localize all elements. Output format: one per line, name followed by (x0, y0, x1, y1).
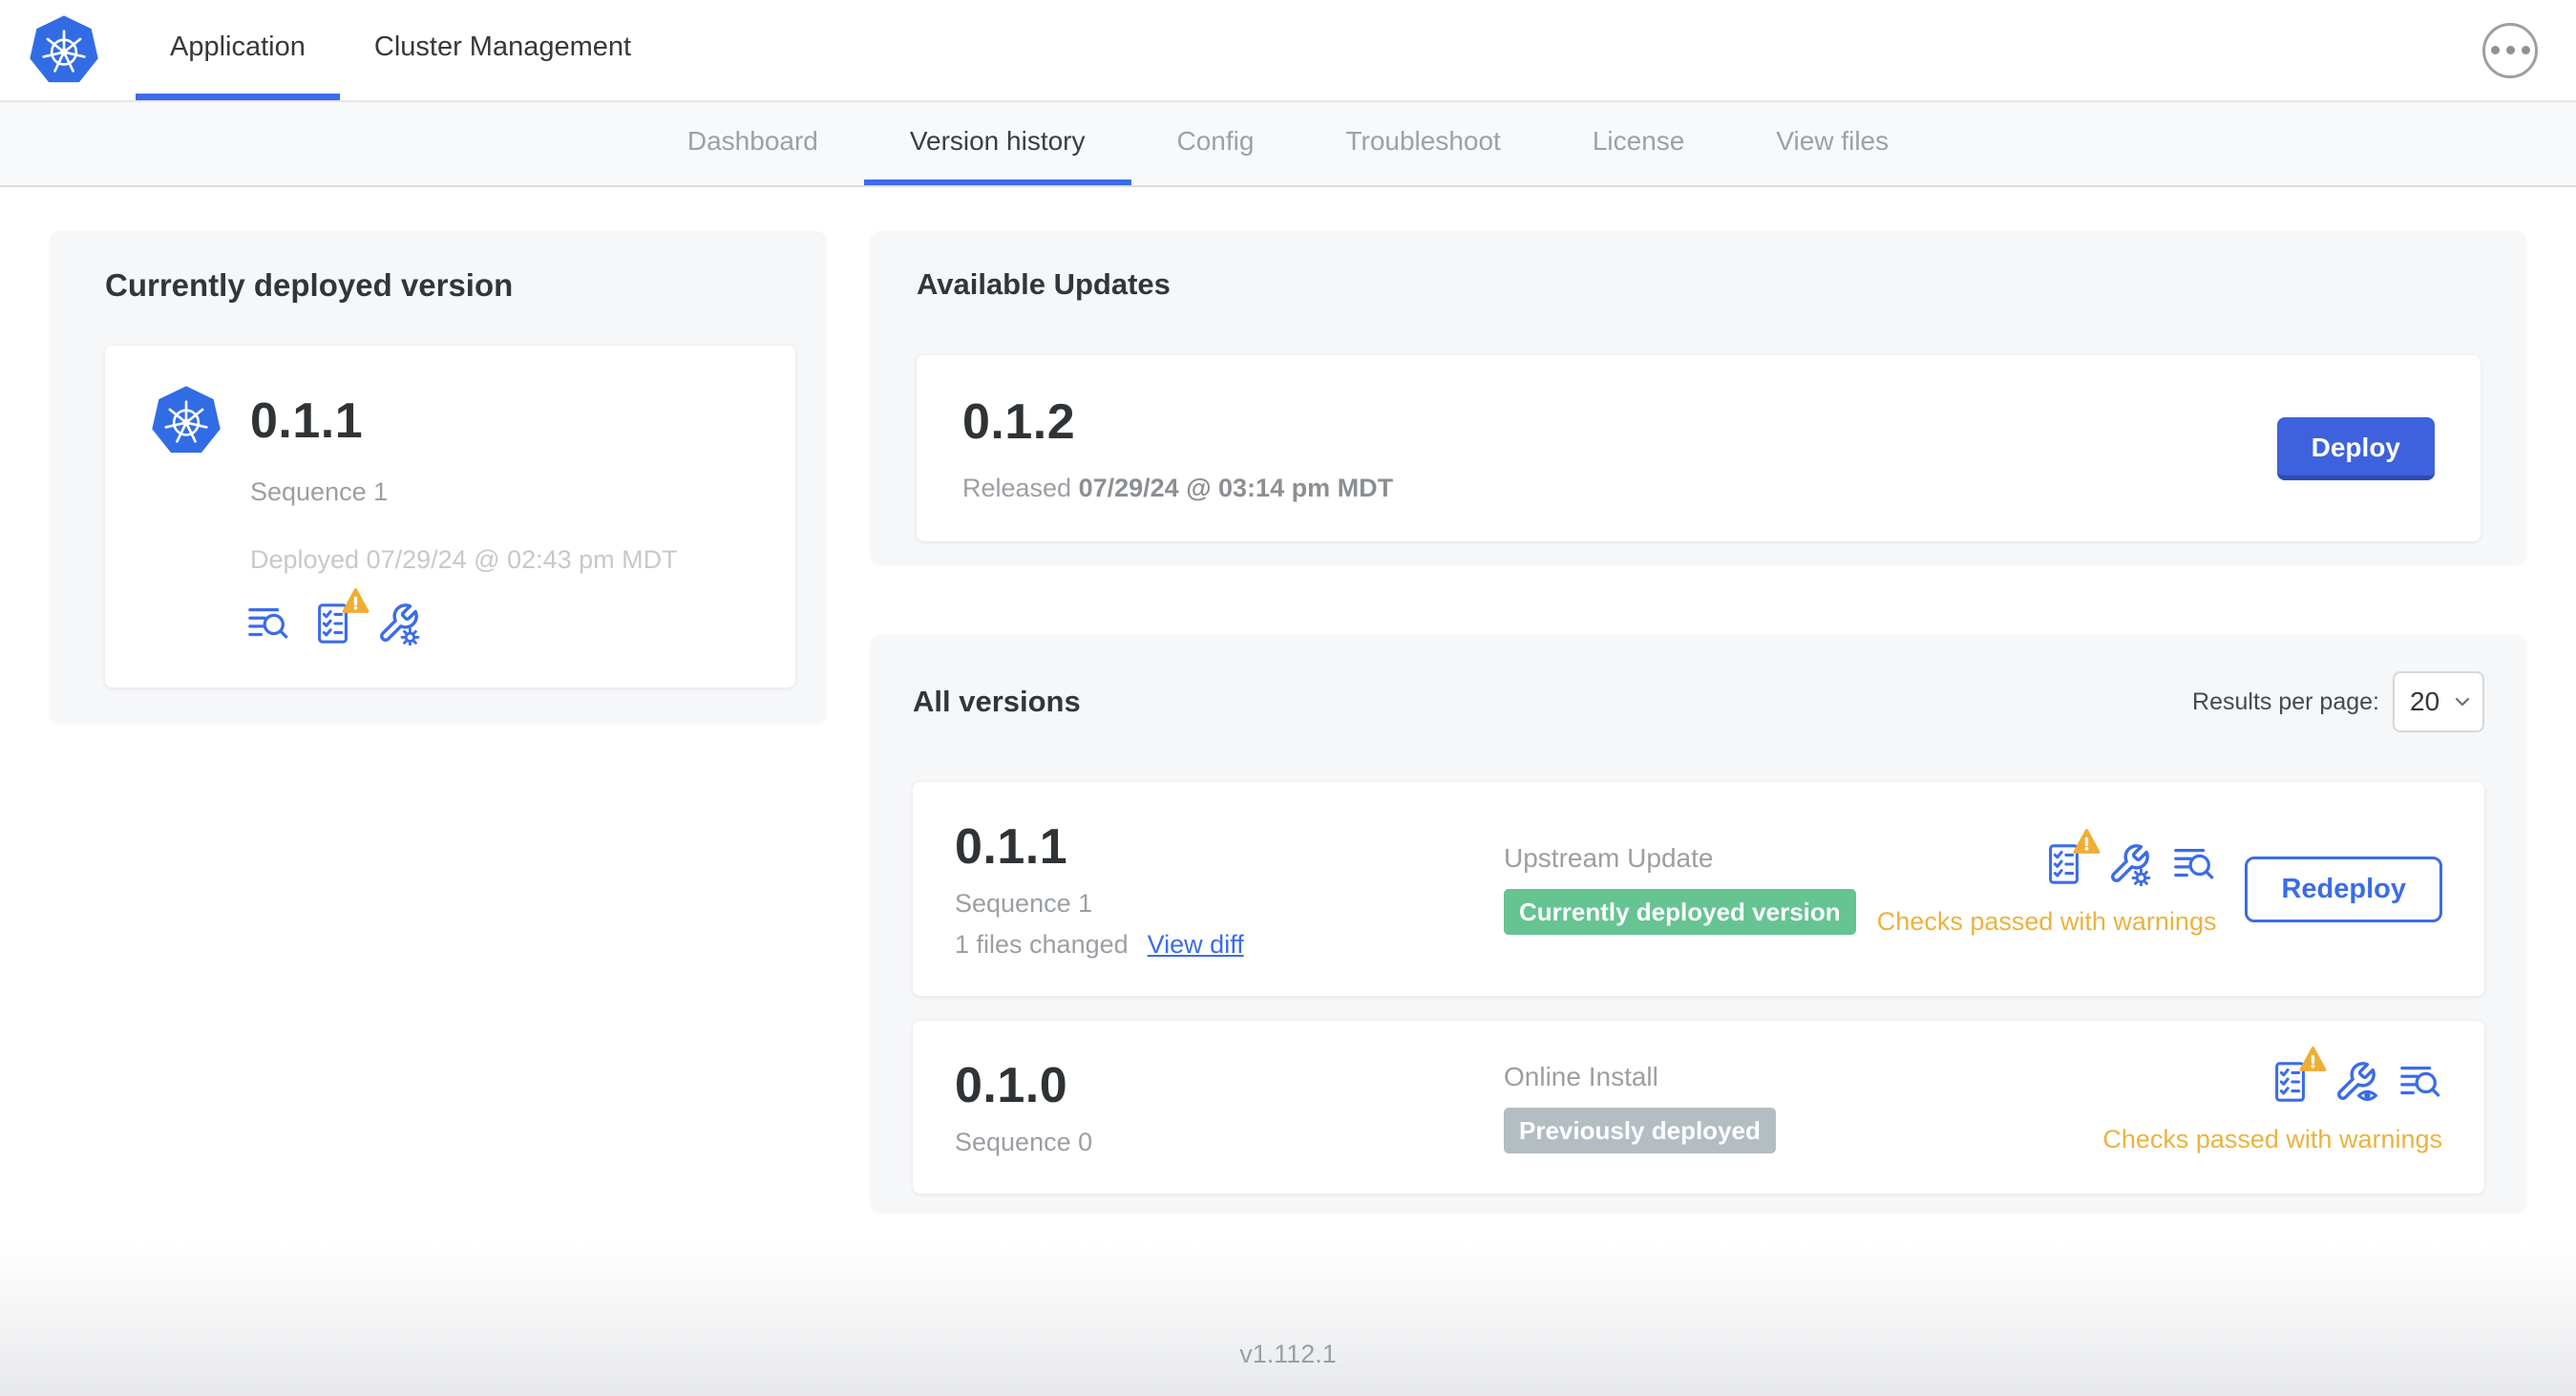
results-per-page-select[interactable]: 20 (2393, 671, 2484, 732)
released-label: Released (962, 474, 1072, 502)
available-updates-card: Available Updates 0.1.2 Released 07/29/2… (871, 231, 2526, 562)
view-config-button[interactable] (2333, 1060, 2377, 1104)
available-update-info: 0.1.2 Released 07/29/24 @ 03:14 pm MDT (962, 393, 1393, 503)
app-header: Application Cluster Management (0, 0, 2576, 102)
tab-application[interactable]: Application (136, 0, 340, 100)
version-number: 0.1.1 (955, 819, 1068, 875)
wrench-gear-icon (376, 602, 420, 645)
current-version-sequence: Sequence 1 (250, 477, 389, 506)
tab-license[interactable]: License (1547, 102, 1731, 185)
preflight-results-button[interactable] (2269, 1046, 2327, 1104)
logs-icon (2172, 842, 2216, 886)
version-source-block: Upstream Update Currently deployed versi… (1504, 843, 1877, 935)
currently-deployed-card: Currently deployed version 0.1.1 Sequenc… (50, 231, 826, 722)
version-list: 0.1.1 Sequence 1 1 files changed View di… (913, 782, 2484, 1194)
currently-deployed-title: Currently deployed version (105, 267, 514, 303)
version-info: 0.1.1 Sequence 1 1 files changed View di… (955, 818, 1504, 960)
deployed-status-badge: Currently deployed version (1504, 889, 1856, 935)
warning-triangle-icon (2299, 1046, 2327, 1076)
current-version-deployed-timestamp: Deployed 07/29/24 @ 02:43 pm MDT (250, 545, 678, 574)
logs-icon (246, 602, 290, 645)
available-updates-title: Available Updates (917, 267, 1171, 301)
app-subnav: Dashboard Version history Config Trouble… (0, 102, 2576, 187)
view-deploy-logs-button[interactable] (246, 602, 290, 645)
checks-status-text: Checks passed with warnings (2102, 1125, 2442, 1153)
console-version: v1.112.1 (1239, 1340, 1337, 1368)
version-sequence: Sequence 1 (955, 889, 1093, 918)
tab-view-files[interactable]: View files (1730, 102, 1934, 185)
current-version-actions (246, 587, 757, 645)
preflight-results-button[interactable] (2042, 828, 2101, 886)
deployed-status-badge: Previously deployed (1504, 1107, 1776, 1153)
preflight-results-button[interactable] (311, 587, 370, 645)
tab-troubleshoot[interactable]: Troubleshoot (1299, 102, 1546, 185)
version-info: 0.1.0 Sequence 0 (955, 1057, 1504, 1157)
main-content: Currently deployed version 0.1.1 Sequenc… (0, 187, 2576, 1243)
tab-cluster-management[interactable]: Cluster Management (340, 0, 665, 100)
currently-deployed-inner-card: 0.1.1 Sequence 1 Deployed 07/29/24 @ 02:… (105, 346, 795, 687)
right-column: Available Updates 0.1.2 Released 07/29/2… (871, 231, 2526, 1211)
results-per-page: Results per page: 20 (2192, 671, 2484, 732)
header-spacer (665, 0, 2482, 100)
all-versions-title: All versions (913, 685, 1081, 718)
logs-icon (2398, 1060, 2442, 1104)
chevron-down-icon (2454, 695, 2471, 709)
warning-triangle-icon (342, 587, 370, 618)
tab-config[interactable]: Config (1131, 102, 1300, 185)
version-row-0-1-1: 0.1.1 Sequence 1 1 files changed View di… (913, 782, 2484, 996)
edit-config-button[interactable] (2107, 842, 2151, 886)
warning-triangle-icon (2073, 828, 2101, 858)
version-source: Online Install (1504, 1061, 1658, 1091)
wrench-eye-icon (2333, 1060, 2377, 1104)
files-changed-label: 1 files changed (955, 930, 1129, 959)
app-footer: v1.112.1 (0, 1243, 2576, 1396)
version-row-0-1-0: 0.1.0 Sequence 0 Online Install Previous… (913, 1021, 2484, 1194)
update-released-timestamp: Released 07/29/24 @ 03:14 pm MDT (962, 474, 1393, 503)
current-version-number: 0.1.1 (250, 393, 364, 449)
edit-config-button[interactable] (376, 602, 420, 645)
redeploy-button[interactable]: Redeploy (2245, 856, 2442, 922)
deploy-button[interactable]: Deploy (2276, 416, 2435, 480)
kubernetes-logo (27, 0, 101, 100)
ellipsis-icon (2490, 46, 2530, 54)
view-deploy-logs-button[interactable] (2398, 1060, 2442, 1104)
wrench-gear-icon (2107, 842, 2151, 886)
view-diff-link[interactable]: View diff (1148, 930, 1244, 960)
version-source-block: Online Install Previously deployed (1504, 1062, 2102, 1153)
view-deploy-logs-button[interactable] (2172, 842, 2216, 886)
checks-status-text: Checks passed with warnings (1876, 906, 2217, 936)
results-per-page-label: Results per page: (2192, 687, 2379, 715)
results-per-page-value: 20 (2410, 687, 2440, 716)
version-number: 0.1.0 (955, 1058, 1068, 1113)
tab-dashboard[interactable]: Dashboard (642, 102, 864, 185)
tab-version-history[interactable]: Version history (863, 102, 1131, 185)
version-source: Upstream Update (1504, 843, 1714, 873)
released-value: 07/29/24 @ 03:14 pm MDT (1078, 474, 1394, 502)
version-actions: Checks passed with warnings Redeploy (1876, 828, 2442, 937)
all-versions-card: All versions Results per page: 20 0.1.1 (871, 635, 2526, 1211)
kubernetes-app-icon (149, 384, 223, 458)
version-sequence: Sequence 0 (955, 1128, 1093, 1156)
update-version-number: 0.1.2 (962, 394, 1076, 450)
overflow-menu-button[interactable] (2482, 22, 2538, 78)
available-update-row: 0.1.2 Released 07/29/24 @ 03:14 pm MDT D… (917, 355, 2481, 541)
version-actions: Checks passed with warnings (2102, 1046, 2442, 1154)
